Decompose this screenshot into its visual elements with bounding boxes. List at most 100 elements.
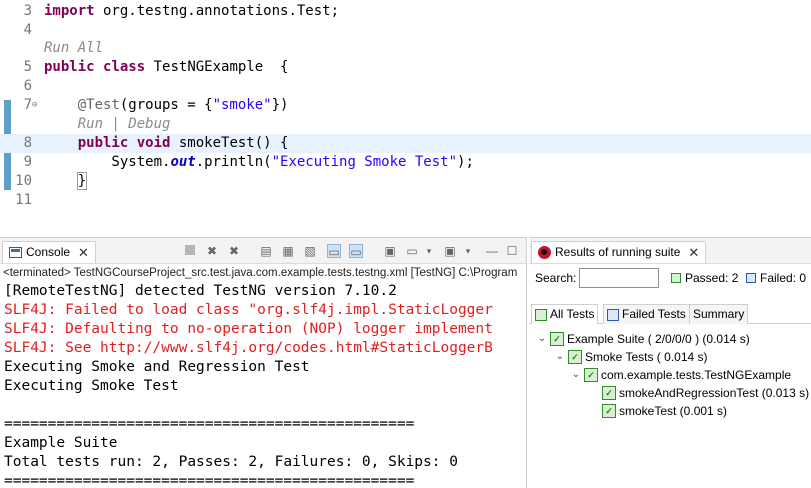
tab-failed-tests-label: Failed Tests (622, 307, 686, 321)
line-number: 5 (23, 59, 32, 75)
clear-console-icon[interactable]: ▤ (259, 244, 273, 258)
code-token: public (77, 135, 129, 151)
tab-all-tests-label: All Tests (550, 307, 595, 321)
tree-node-label: Smoke Tests ( 0.014 s) (585, 350, 708, 364)
test-method-icon: ✓ (602, 386, 616, 400)
chevron-down-icon[interactable]: ▾ (422, 244, 436, 258)
code-text: Run | Debug (44, 115, 171, 134)
code-token: org.testng.annotations.Test; (94, 3, 340, 19)
test-suite-icon: ✓ (584, 368, 598, 382)
tab-testng-label: Results of running suite (555, 245, 681, 259)
close-icon[interactable]: ✕ (688, 242, 699, 263)
code-token: TestNGExample { (145, 59, 289, 75)
code-token: smokeTest() { (170, 135, 289, 151)
code-token: (groups = { (119, 97, 213, 113)
passed-label: Passed: 2 (685, 271, 739, 285)
failed-tree-icon (607, 308, 619, 321)
tree-icon (535, 308, 547, 321)
close-icon[interactable]: ✕ (78, 242, 89, 263)
code-token: import (44, 3, 95, 19)
code-lens-link[interactable]: Run All (44, 40, 103, 56)
code-token: public (44, 59, 95, 75)
code-line[interactable]: 4 (0, 21, 811, 40)
tree-node-label: Example Suite ( 2/0/0/0 ) (0.014 s) (567, 332, 750, 346)
chevron-down-icon[interactable]: ⌄ (555, 348, 565, 366)
word-wrap-icon[interactable]: ▧ (303, 244, 317, 258)
console-line: Total tests run: 2, Passes: 2, Failures:… (4, 454, 458, 470)
chevron-down-icon[interactable]: ▾ (461, 244, 475, 258)
tab-all-tests[interactable]: All Tests (531, 304, 599, 324)
chevron-down-icon[interactable]: ⌄ (537, 330, 547, 348)
tab-testng-results[interactable]: Results of running suite ✕ (531, 241, 707, 263)
minimize-icon[interactable]: — (485, 244, 499, 258)
tab-failed-tests[interactable]: Failed Tests (603, 304, 690, 324)
search-label: Search: (535, 271, 577, 285)
tree-node[interactable]: ⌄ ✓ com.example.tests.TestNGExample (571, 366, 791, 384)
code-token: void (136, 135, 171, 151)
code-line[interactable]: 11 (0, 191, 811, 210)
code-text: public class TestNGExample { (44, 58, 288, 77)
search-input[interactable] (579, 268, 659, 288)
show-on-output-icon[interactable]: ▭ (327, 244, 341, 259)
tree-node-label: smokeTest (0.001 s) (619, 404, 728, 418)
code-line[interactable]: 5 public class TestNGExample { (0, 58, 811, 77)
code-line[interactable]: 10 } (0, 172, 811, 191)
code-token: @Test (44, 97, 120, 113)
code-line[interactable]: 9 System.out.println("Executing Smoke Te… (0, 153, 811, 172)
failed-label: Failed: 0 (760, 271, 807, 285)
console-output[interactable]: [RemoteTestNG] detected TestNG version 7… (0, 282, 526, 488)
console-line: SLF4J: Defaulting to no-operation (NOP) … (4, 321, 493, 337)
code-text: public void smokeTest() { (44, 134, 289, 153)
code-line[interactable]: 7 ⊖ @Test(groups = {"smoke"}) (0, 96, 811, 115)
open-console-icon[interactable]: ▣ (443, 244, 457, 258)
console-line: SLF4J: See http://www.slf4j.org/codes.ht… (4, 340, 493, 356)
line-number: 10 (15, 173, 32, 189)
scroll-lock-icon[interactable]: ▦ (281, 244, 295, 258)
tree-node-label: com.example.tests.TestNGExample (601, 368, 792, 382)
code-lens[interactable]: Run All (0, 39, 811, 58)
line-number: 6 (23, 78, 32, 94)
line-number: 4 (23, 22, 32, 38)
code-token: } (76, 172, 88, 190)
code-lens[interactable]: Run | Debug (0, 115, 811, 134)
tree-node[interactable]: ⌄ ✓ Example Suite ( 2/0/0/0 ) (0.014 s) (537, 330, 750, 348)
code-text: @Test(groups = {"smoke"}) (44, 96, 289, 115)
line-number: 8 (23, 135, 32, 151)
passed-icon (671, 273, 681, 283)
tab-console[interactable]: Console ✕ (2, 241, 96, 263)
code-text: import org.testng.annotations.Test; (44, 2, 339, 21)
code-line[interactable]: 6 (0, 77, 811, 96)
pin-console-icon[interactable]: ▣ (383, 244, 397, 258)
code-editor[interactable]: 3 import org.testng.annotations.Test; 4 Run… (0, 0, 811, 233)
console-line: SLF4J: Failed to load class "org.slf4j.i… (4, 302, 493, 318)
code-token: }) (271, 97, 289, 113)
tree-node[interactable]: ✓ smokeTest (0.001 s) (589, 402, 727, 420)
remove-all-terminated-icon[interactable]: ✖ (227, 244, 241, 258)
code-lens-link[interactable]: Run | Debug (44, 116, 171, 132)
terminate-icon[interactable] (183, 244, 197, 258)
display-console-icon[interactable]: ▭ (405, 244, 419, 258)
line-number: 3 (23, 3, 32, 19)
chevron-down-icon[interactable]: ⌄ (571, 366, 581, 384)
result-subtabs: All Tests Failed Tests Summary (529, 304, 811, 324)
code-token: ); (457, 154, 474, 170)
tab-summary[interactable]: Summary (689, 304, 749, 324)
show-on-error-icon[interactable]: ▭ (349, 244, 363, 259)
code-text: } (44, 172, 88, 191)
tree-node[interactable]: ✓ smokeAndRegressionTest (0.013 s) (589, 384, 809, 402)
tree-node[interactable]: ⌄ ✓ Smoke Tests ( 0.014 s) (555, 348, 708, 366)
remove-launch-icon[interactable]: ✖ (205, 244, 219, 258)
console-line: Executing Smoke Test (4, 378, 179, 394)
console-header: Console ✕ ✖ ✖ ▤ ▦ ▧ ▭ ▭ ▣ ▭ ▾ ▣ ▾ — ☐ (0, 238, 526, 264)
code-line[interactable]: 3 import org.testng.annotations.Test; (0, 2, 811, 21)
line-number: 9 (23, 154, 32, 170)
fold-toggle-icon[interactable]: ⊖ (32, 96, 37, 115)
console-icon (9, 247, 22, 258)
maximize-icon[interactable]: ☐ (505, 244, 519, 258)
code-token: "Executing Smoke Test" (271, 154, 458, 170)
code-line[interactable]: 8 public void smokeTest() { (0, 134, 811, 153)
failed-count: Failed: 0 (746, 271, 806, 285)
